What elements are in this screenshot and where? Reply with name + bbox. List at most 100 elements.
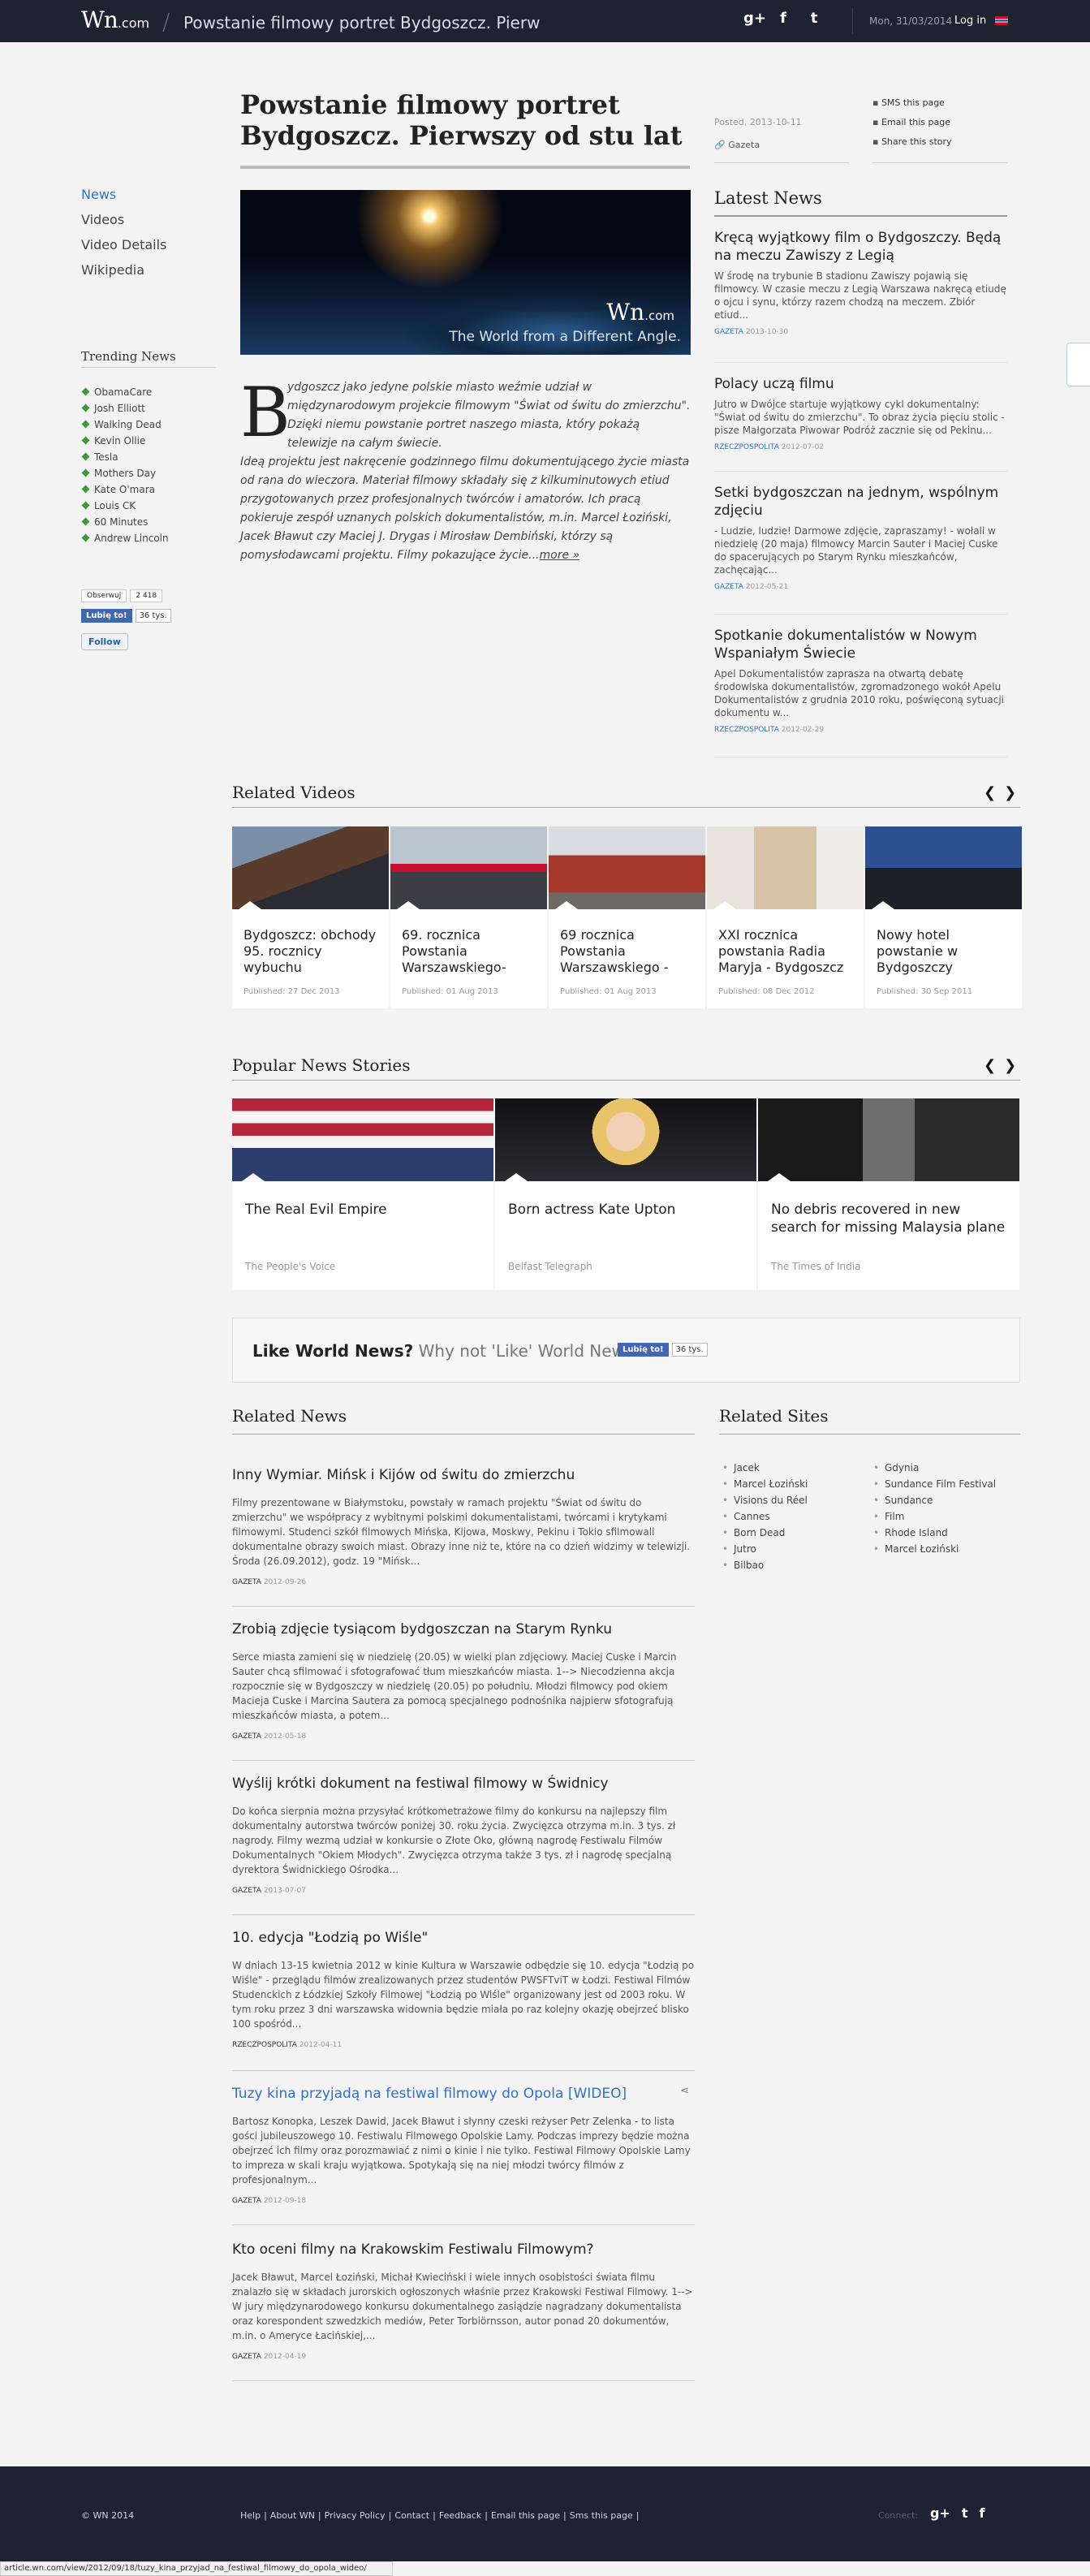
email-page-link[interactable]: Email this page — [872, 117, 952, 127]
related-news-item-title[interactable]: Wyślij krótki dokument na festiwal filmo… — [232, 1775, 695, 1793]
story-thumbnail[interactable] — [495, 1098, 756, 1181]
video-title[interactable]: Bydgoszcz: obchody 95. rocznicy wybuchu — [243, 927, 377, 976]
chevron-left-icon[interactable]: ❮ — [984, 1057, 996, 1074]
related-site-link[interactable]: Bilbao — [722, 1560, 808, 1571]
video-title[interactable]: 69. rocznica Powstania Warszawskiego- — [402, 927, 536, 976]
related-site-link[interactable]: Film — [873, 1511, 996, 1522]
related-news-item-title[interactable]: 10. edycja "Łodzią po Wiśle" — [232, 1929, 695, 1947]
footer-link-email[interactable]: Email this page — [491, 2510, 560, 2521]
related-news-item[interactable]: Wyślij krótki dokument na festiwal filmo… — [232, 1775, 695, 1895]
video-title[interactable]: XXI rocznica powstania Radia Maryja - By… — [718, 927, 852, 976]
footer-link-privacy[interactable]: Privacy Policy — [325, 2510, 386, 2521]
related-news-item-title[interactable]: Inny Wymiar. Mińsk i Kijów od świtu do z… — [232, 1466, 695, 1484]
chevron-right-icon[interactable]: ❯ — [1004, 1057, 1016, 1074]
footer-link-help[interactable]: Help — [240, 2510, 261, 2521]
share-icon[interactable]: ⋖ — [680, 2085, 689, 2097]
facebook-like-button[interactable]: Lubię to! — [81, 609, 132, 623]
story-title[interactable]: The Real Evil Empire — [245, 1201, 480, 1219]
footer-link-about[interactable]: About WN — [270, 2510, 315, 2521]
related-news-item-title[interactable]: Tuzy kina przyjadą na festiwal filmowy d… — [232, 2085, 695, 2103]
video-thumbnail[interactable] — [390, 826, 547, 909]
nav-item-video-details[interactable]: Video Details — [81, 237, 166, 252]
video-thumbnail[interactable] — [232, 826, 389, 909]
latest-item-title[interactable]: Polacy uczą filmu — [714, 375, 1007, 393]
more-link[interactable]: more » — [539, 549, 579, 562]
related-site-link[interactable]: Rhode Island — [873, 1527, 996, 1538]
login-link[interactable]: Log in — [954, 15, 986, 27]
latest-item[interactable]: Setki bydgoszczan na jednym, wspólnym zd… — [714, 484, 1007, 591]
related-site-link[interactable]: Born Dead — [722, 1527, 808, 1538]
trending-item[interactable]: Kevin Ollie — [83, 435, 169, 447]
related-news-item[interactable]: 10. edycja "Łodzią po Wiśle" W dniach 13… — [232, 1929, 695, 2049]
related-news-item-title[interactable]: Zrobią zdjęcie tysiącom bydgoszczan na S… — [232, 1620, 695, 1638]
google-plus-icon[interactable]: g+ — [930, 2505, 950, 2521]
related-site-link[interactable]: Visions du Réel — [722, 1495, 808, 1506]
popular-card[interactable]: The Real Evil Empire The People's Voice — [232, 1098, 493, 1290]
latest-item[interactable]: Spotkanie dokumentalistów w Nowym Wspani… — [714, 627, 1007, 734]
video-card[interactable]: XXI rocznica powstania Radia Maryja - By… — [707, 826, 864, 1008]
trending-item[interactable]: 60 Minutes — [83, 516, 169, 528]
related-site-link[interactable]: Jutro — [722, 1543, 808, 1555]
related-news-item-title[interactable]: Kto oceni filmy na Krakowskim Festiwalu … — [232, 2241, 695, 2259]
related-site-link[interactable]: Sundance Film Festival — [873, 1478, 996, 1490]
facebook-icon[interactable]: f — [774, 10, 792, 27]
nav-item-news[interactable]: News — [81, 187, 166, 202]
story-thumbnail[interactable] — [758, 1098, 1019, 1181]
trending-item[interactable]: Walking Dead — [83, 419, 169, 430]
popular-card[interactable]: Born actress Kate Upton Belfast Telegrap… — [495, 1098, 756, 1290]
latest-item[interactable]: Polacy uczą filmu Jutro w Dwójce startuj… — [714, 375, 1007, 451]
related-news-item[interactable]: Zrobią zdjęcie tysiącom bydgoszczan na S… — [232, 1620, 695, 1741]
story-title[interactable]: Born actress Kate Upton — [508, 1201, 743, 1219]
trending-item[interactable]: Louis CK — [83, 500, 169, 511]
video-thumbnail[interactable] — [707, 826, 864, 909]
video-thumbnail[interactable] — [549, 826, 705, 909]
share-story-link[interactable]: Share this story — [872, 136, 952, 147]
nav-item-wikipedia[interactable]: Wikipedia — [81, 262, 166, 278]
latest-item-title[interactable]: Kręcą wyjątkowy film o Bydgoszczy. Będą … — [714, 229, 1007, 265]
story-thumbnail[interactable] — [232, 1098, 493, 1181]
chevron-right-icon[interactable]: ❯ — [1004, 784, 1016, 801]
twitter-icon[interactable]: t — [805, 10, 823, 27]
nav-item-videos[interactable]: Videos — [81, 212, 166, 227]
related-site-link[interactable]: Marcel Łoziński — [873, 1543, 996, 1555]
video-title[interactable]: Nowy hotel powstanie w Bydgoszczy — [877, 927, 1010, 976]
latest-item[interactable]: Kręcą wyjątkowy film o Bydgoszczy. Będą … — [714, 229, 1007, 336]
footer-link-feedback[interactable]: Feedback — [439, 2510, 481, 2521]
twitter-icon[interactable]: t — [962, 2505, 968, 2521]
uk-flag-icon[interactable] — [995, 16, 1008, 25]
footer-link-contact[interactable]: Contact — [394, 2510, 429, 2521]
feedback-tab[interactable] — [1066, 343, 1090, 386]
related-site-link[interactable]: Jacek — [722, 1462, 808, 1474]
trending-item[interactable]: ObamaCare — [83, 386, 169, 398]
latest-item-title[interactable]: Setki bydgoszczan na jednym, wspólnym zd… — [714, 484, 1007, 520]
video-card[interactable]: Bydgoszcz: obchody 95. rocznicy wybuchu … — [232, 826, 389, 1008]
footer-link-sms[interactable]: Sms this page — [570, 2510, 633, 2521]
video-card[interactable]: Nowy hotel powstanie w Bydgoszczy Publis… — [865, 826, 1022, 1008]
trending-item[interactable]: Josh Elliott — [83, 403, 169, 414]
trending-item[interactable]: Tesla — [83, 451, 169, 463]
related-news-item[interactable]: Inny Wymiar. Mińsk i Kijów od świtu do z… — [232, 1466, 695, 1586]
related-news-item[interactable]: Tuzy kina przyjadą na festiwal filmowy d… — [232, 2085, 695, 2205]
related-site-link[interactable]: Gdynia — [873, 1462, 996, 1474]
site-logo[interactable]: Wn.com — [81, 6, 149, 33]
latest-item-title[interactable]: Spotkanie dokumentalistów w Nowym Wspani… — [714, 627, 1007, 662]
related-news-item[interactable]: Kto oceni filmy na Krakowskim Festiwalu … — [232, 2241, 695, 2361]
video-card[interactable]: 69 rocznica Powstania Warszawskiego - Pu… — [549, 826, 705, 1008]
trending-item[interactable]: Andrew Lincoln — [83, 533, 169, 544]
twitter-follow-button[interactable]: Follow — [81, 633, 128, 650]
video-thumbnail[interactable] — [865, 826, 1022, 909]
chevron-left-icon[interactable]: ❮ — [984, 784, 996, 801]
article-source[interactable]: 🔗 Gazeta — [714, 140, 760, 150]
related-site-link[interactable]: Sundance — [873, 1495, 996, 1506]
related-site-link[interactable]: Marcel Łoziński — [722, 1478, 808, 1490]
facebook-icon[interactable]: f — [980, 2505, 985, 2521]
trending-item[interactable]: Mothers Day — [83, 468, 169, 479]
sms-page-link[interactable]: SMS this page — [872, 97, 952, 108]
trending-item[interactable]: Kate O'mara — [83, 484, 169, 495]
video-card[interactable]: 69. rocznica Powstania Warszawskiego- Pu… — [390, 826, 547, 1008]
facebook-like-button[interactable]: Lubię to! — [618, 1343, 669, 1357]
story-title[interactable]: No debris recovered in new search for mi… — [771, 1201, 1006, 1236]
google-plus-icon[interactable]: g+ — [743, 10, 766, 27]
gplus-follow-button[interactable]: Obserwuj — [81, 589, 127, 602]
popular-card[interactable]: No debris recovered in new search for mi… — [758, 1098, 1019, 1290]
